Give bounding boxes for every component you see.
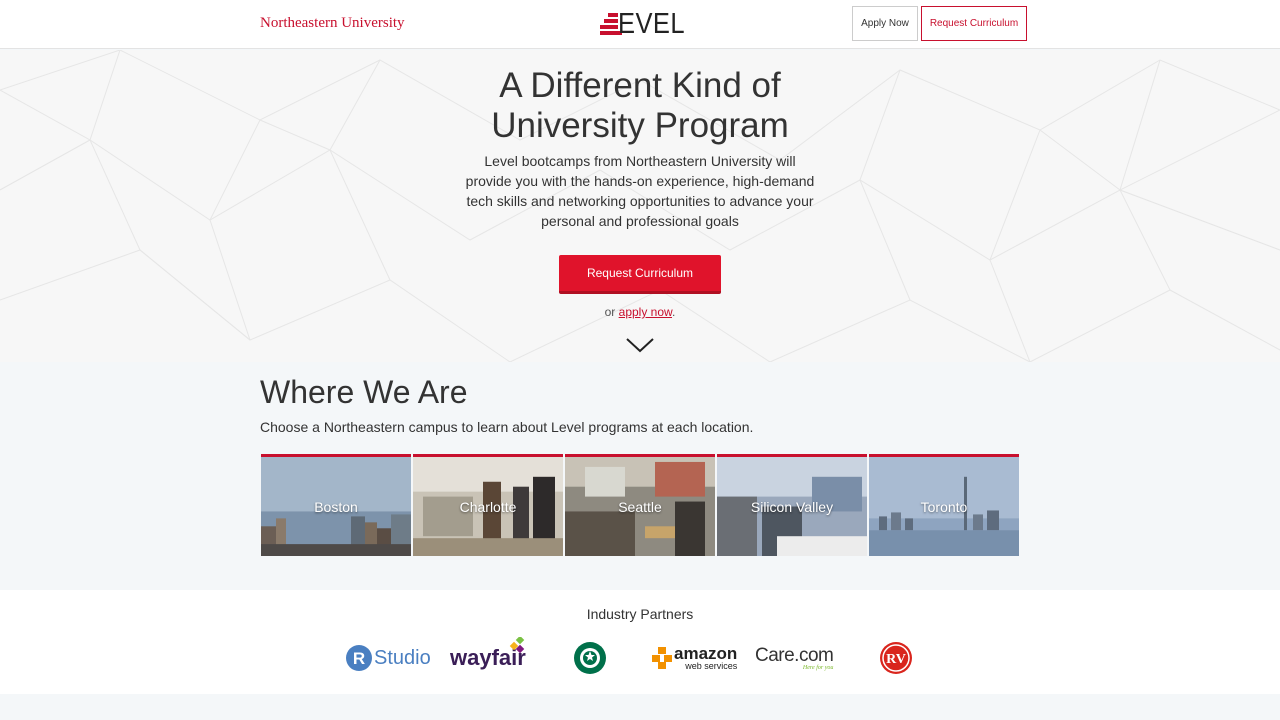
rv-letters: RV — [886, 652, 906, 667]
rstudio-r-letter: R — [353, 649, 365, 668]
rstudio-r-icon: R — [346, 645, 372, 671]
location-tiles: Boston Charlotte Seattle Silicon Valley … — [261, 454, 1019, 556]
location-label-charlotte: Charlotte — [459, 498, 517, 515]
aws-cubes-icon — [652, 647, 672, 669]
apply-now-button[interactable]: Apply Now — [852, 6, 918, 41]
rstudio-logo: R Studio — [345, 638, 431, 678]
wayfair-pinwheel-icon — [509, 637, 525, 654]
hero-title-line-1: A Different Kind of — [499, 66, 781, 105]
care-com-wordmark: Care.com — [755, 644, 834, 666]
location-tile-toronto[interactable]: Toronto — [869, 454, 1019, 556]
or-text: or — [604, 305, 616, 319]
location-label-seattle: Seattle — [618, 498, 662, 515]
hero-title-line-2: University Program — [491, 106, 789, 145]
request-curriculum-button[interactable]: Request Curriculum — [559, 255, 721, 294]
period-text: . — [672, 305, 676, 319]
care-com-tagline: Here for you — [802, 664, 834, 671]
hero-title: A Different Kind of University Program — [0, 66, 1280, 146]
amazon-web-services-logo: amazon web services — [650, 638, 737, 678]
rv-logo: RV — [879, 638, 913, 678]
location-tile-silicon-valley[interactable]: Silicon Valley — [717, 454, 867, 556]
northeastern-logo[interactable]: Northeastern University — [260, 15, 405, 32]
location-tile-boston[interactable]: Boston — [261, 454, 411, 556]
care-com-logo: Care.com Here for you — [755, 638, 834, 678]
rv-badge-icon: RV — [880, 642, 912, 674]
starbucks-siren-icon — [574, 642, 606, 674]
locations-title: Where We Are — [260, 374, 468, 410]
level-logo[interactable]: EVEL — [600, 8, 694, 40]
location-tile-charlotte[interactable]: Charlotte — [413, 454, 563, 556]
apply-now-link[interactable]: apply now — [619, 305, 672, 319]
site-header: Northeastern University EVEL Apply Now R… — [0, 0, 1280, 49]
location-tile-seattle[interactable]: Seattle — [565, 454, 715, 556]
location-label-boston: Boston — [314, 498, 358, 515]
level-wordmark: EVEL — [618, 7, 686, 40]
partners-title: Industry Partners — [586, 606, 694, 622]
starbucks-logo — [573, 638, 607, 678]
amazon-wordmark: amazon — [674, 644, 738, 663]
apply-now-line: or apply now. — [0, 305, 1280, 319]
hero-section: A Different Kind of University Program L… — [0, 50, 1280, 362]
wayfair-logo: wayfair — [450, 637, 544, 678]
location-label-silicon-valley: Silicon Valley — [750, 498, 834, 515]
locations-subtitle: Choose a Northeastern campus to learn ab… — [260, 419, 754, 435]
aws-subtitle: web services — [685, 661, 738, 671]
location-label-toronto: Toronto — [920, 498, 968, 515]
chevron-down-icon[interactable] — [625, 335, 655, 355]
hero-description: Level bootcamps from Northeastern Univer… — [465, 153, 815, 229]
footer-strip — [0, 694, 1280, 720]
partners-section: Industry Partners R Studio wayfair amazo… — [0, 590, 1280, 694]
rstudio-wordmark: Studio — [374, 646, 431, 669]
request-curriculum-header-button[interactable]: Request Curriculum — [921, 6, 1027, 41]
locations-section: Where We Are Choose a Northeastern campu… — [0, 362, 1280, 590]
